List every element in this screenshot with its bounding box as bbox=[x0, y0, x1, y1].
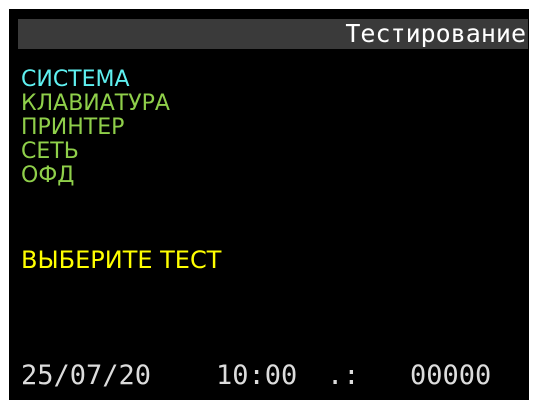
status-date: 25/07/20 bbox=[21, 360, 152, 391]
status-counter: 00000 bbox=[410, 360, 492, 391]
menu-item-system[interactable]: СИСТЕМА bbox=[21, 68, 170, 92]
test-menu: СИСТЕМА КЛАВИАТУРА ПРИНТЕР СЕТЬ ОФД bbox=[21, 68, 170, 188]
status-bar: 25/07/20 10:00 .: 00000 bbox=[21, 359, 521, 393]
select-test-prompt: ВЫБЕРИТЕ ТЕСТ bbox=[21, 246, 222, 274]
menu-item-ofd[interactable]: ОФД bbox=[21, 164, 170, 188]
terminal-screen: Тестирование СИСТЕМА КЛАВИАТУРА ПРИНТЕР … bbox=[9, 9, 529, 400]
screen-title: Тестирование bbox=[345, 19, 526, 48]
menu-item-printer[interactable]: ПРИНТЕР bbox=[21, 116, 170, 140]
menu-item-network[interactable]: СЕТЬ bbox=[21, 140, 170, 164]
status-time: 10:00 bbox=[216, 360, 298, 391]
header-bar: Тестирование bbox=[18, 19, 528, 49]
menu-item-keyboard[interactable]: КЛАВИАТУРА bbox=[21, 92, 170, 116]
status-separator: .: bbox=[327, 360, 360, 391]
